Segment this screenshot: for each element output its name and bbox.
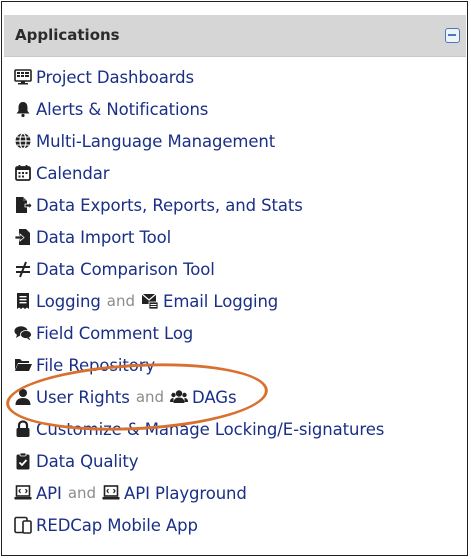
mail-log-icon: [141, 292, 159, 310]
folder-open-icon: [14, 356, 32, 374]
list-item-mobile-app[interactable]: REDCap Mobile App: [14, 512, 198, 538]
api-playground-link[interactable]: API Playground: [124, 484, 247, 503]
list-item-file-repository[interactable]: File Repository: [14, 352, 155, 378]
api-laptop-icon: [14, 484, 32, 502]
multi-language-link[interactable]: Multi-Language Management: [36, 132, 275, 151]
list-item-logging[interactable]: Logging and Email Logging: [14, 288, 278, 314]
data-quality-link[interactable]: Data Quality: [36, 452, 139, 471]
list-item-data-exports[interactable]: Data Exports, Reports, and Stats: [14, 192, 303, 218]
list-item-data-comparison[interactable]: Data Comparison Tool: [14, 256, 215, 282]
list-item-alerts[interactable]: Alerts & Notifications: [14, 96, 208, 122]
list-item-data-quality[interactable]: Data Quality: [14, 448, 139, 474]
applications-header: Applications: [4, 15, 466, 57]
minus-square-icon[interactable]: [445, 28, 460, 43]
file-repository-link[interactable]: File Repository: [36, 356, 155, 375]
not-equal-icon: [14, 260, 32, 278]
data-exports-link[interactable]: Data Exports, Reports, and Stats: [36, 196, 303, 215]
and-separator: and: [106, 292, 135, 310]
user-rights-link[interactable]: User Rights: [36, 388, 130, 407]
dashboard-monitor-icon: [14, 68, 32, 86]
list-item-project-dashboards[interactable]: Project Dashboards: [14, 64, 194, 90]
calendar-link[interactable]: Calendar: [36, 164, 110, 183]
dags-link[interactable]: DAGs: [192, 388, 237, 407]
data-import-link[interactable]: Data Import Tool: [36, 228, 171, 247]
file-import-icon: [14, 228, 32, 246]
api-laptop-icon: [102, 484, 120, 502]
logging-link[interactable]: Logging: [36, 292, 101, 311]
calendar-icon: [14, 164, 32, 182]
clipboard-check-icon: [14, 452, 32, 470]
and-separator: and: [67, 484, 97, 502]
list-item-field-comment-log[interactable]: Field Comment Log: [14, 320, 193, 346]
locking-esignatures-link[interactable]: Customize & Manage Locking/E-signatures: [36, 420, 384, 439]
list-item-calendar[interactable]: Calendar: [14, 160, 110, 186]
globe-icon: [14, 132, 32, 150]
file-export-icon: [14, 196, 32, 214]
list-item-multi-language[interactable]: Multi-Language Management: [14, 128, 275, 154]
alerts-notifications-link[interactable]: Alerts & Notifications: [36, 100, 208, 119]
receipt-icon: [14, 292, 32, 310]
user-icon: [14, 388, 32, 406]
api-link[interactable]: API: [36, 484, 62, 503]
email-logging-link[interactable]: Email Logging: [163, 292, 278, 311]
project-dashboards-link[interactable]: Project Dashboards: [36, 68, 194, 87]
comments-icon: [14, 324, 32, 342]
lock-icon: [14, 420, 32, 438]
bell-icon: [14, 100, 32, 118]
mobile-tablet-icon: [14, 516, 32, 534]
field-comment-log-link[interactable]: Field Comment Log: [36, 324, 193, 343]
panel-title: Applications: [15, 26, 120, 44]
list-item-data-import[interactable]: Data Import Tool: [14, 224, 171, 250]
data-comparison-link[interactable]: Data Comparison Tool: [36, 260, 215, 279]
list-item-user-rights[interactable]: User Rights and DAGs: [14, 384, 237, 410]
list-item-api[interactable]: API and API Playground: [14, 480, 247, 506]
users-group-icon: [170, 388, 189, 406]
list-item-locking[interactable]: Customize & Manage Locking/E-signatures: [14, 416, 384, 442]
redcap-mobile-app-link[interactable]: REDCap Mobile App: [36, 516, 198, 535]
and-separator: and: [135, 388, 165, 406]
